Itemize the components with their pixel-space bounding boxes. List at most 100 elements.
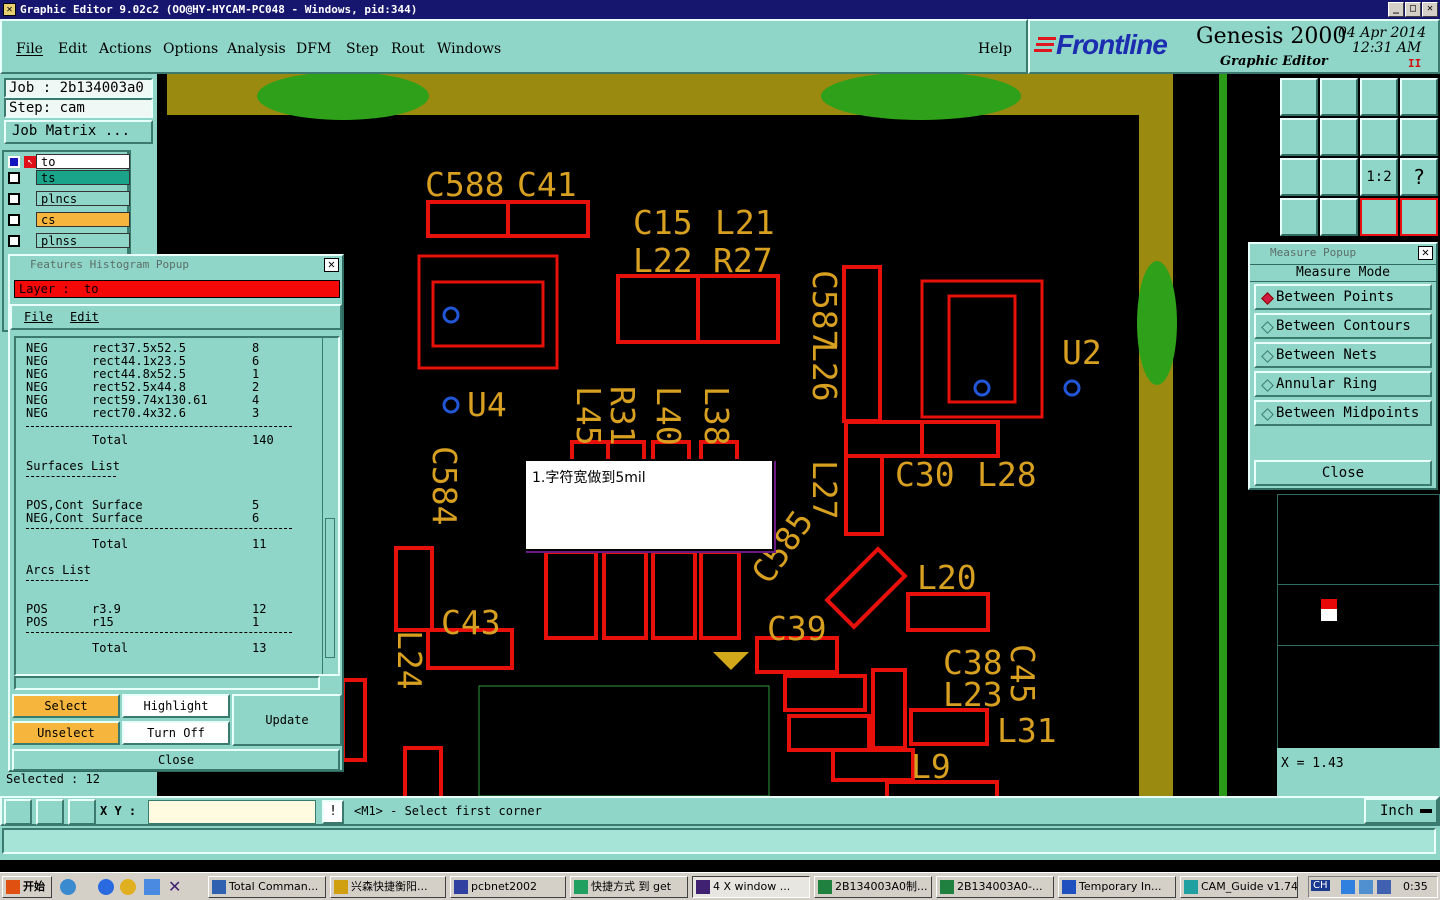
time-display: 12:31 AM	[1352, 40, 1422, 56]
units-dropdown[interactable]: Inch	[1364, 798, 1438, 824]
zoom-down-icon[interactable]	[1320, 78, 1358, 116]
svg-text:L31: L31	[997, 711, 1057, 750]
window-title-bar[interactable]: ✕ Graphic Editor 9.02c2 (OO@HY-HYCAM-PC0…	[0, 0, 1440, 19]
layer-checkbox[interactable]	[8, 235, 20, 247]
help-icon[interactable]: ?	[1400, 158, 1438, 196]
layer-row-ts[interactable]: ts	[6, 170, 130, 187]
vertical-scrollbar[interactable]	[322, 338, 338, 674]
quicklaunch-icon[interactable]	[120, 879, 136, 895]
horizontal-scrollbar[interactable]	[14, 676, 320, 690]
divider	[26, 528, 292, 529]
scroll-thumb[interactable]	[325, 518, 335, 658]
scale-one-to-two-icon[interactable]: 1:2	[1360, 158, 1398, 196]
mode-between-nets[interactable]: Between Nets	[1254, 342, 1432, 368]
measure-close-button[interactable]: Close	[1254, 460, 1432, 486]
task-excel-1[interactable]: 2B134003A0制...	[814, 876, 932, 898]
histogram-menu-file[interactable]: File	[24, 310, 53, 324]
tray-icon[interactable]	[1341, 880, 1355, 894]
task-excel-2[interactable]: 2B134003A0-...	[936, 876, 1054, 898]
zoom-out-icon[interactable]	[1320, 158, 1358, 196]
product-subtitle: Graphic Editor	[1220, 54, 1328, 69]
input-method-indicator[interactable]: CH	[1311, 880, 1330, 891]
mode-between-contours[interactable]: Between Contours	[1254, 313, 1432, 339]
quicklaunch-icon[interactable]	[60, 879, 76, 895]
layer-checkbox[interactable]	[8, 193, 20, 205]
menu-step[interactable]: Step	[346, 41, 378, 57]
menu-dfm[interactable]: DFM	[296, 41, 331, 57]
menu-options[interactable]: Options	[163, 41, 218, 57]
mode-between-points[interactable]: Between Points	[1254, 284, 1432, 310]
layer-checkbox[interactable]	[8, 172, 20, 184]
layer-row-cs[interactable]: cs	[6, 212, 130, 229]
zoom-fit-icon[interactable]	[1400, 78, 1438, 116]
task-shortcut[interactable]: 快捷方式 到 get	[570, 876, 688, 898]
task-cam-guide[interactable]: CAM_Guide v1.74	[1180, 876, 1298, 898]
task-word[interactable]: Temporary In...	[1058, 876, 1176, 898]
zoom-page-icon[interactable]	[1360, 78, 1398, 116]
layer-row-plnss[interactable]: plnss	[6, 233, 130, 250]
rotate-icon[interactable]	[1400, 118, 1438, 156]
select-button[interactable]: Select	[12, 694, 120, 718]
net-icon[interactable]	[1360, 198, 1398, 236]
maximize-button[interactable]: □	[1405, 2, 1421, 17]
mode-annular-ring[interactable]: Annular Ring	[1254, 371, 1432, 397]
menu-rout[interactable]: Rout	[391, 41, 425, 57]
svg-text:C588: C588	[425, 165, 504, 204]
pan-right-icon[interactable]	[1320, 118, 1358, 156]
layer-row-to[interactable]: ↖ to	[6, 154, 130, 171]
quicklaunch-icon[interactable]	[144, 879, 160, 895]
grid-icon[interactable]	[1320, 198, 1358, 236]
menu-help[interactable]: Help	[978, 41, 1012, 57]
layer-name: plnss	[36, 233, 130, 248]
turn-off-button[interactable]: Turn Off	[122, 721, 230, 745]
mode-between-midpoints[interactable]: Between Midpoints	[1254, 400, 1432, 426]
menu-file[interactable]: File	[16, 41, 43, 57]
divider	[26, 476, 116, 477]
menu-actions[interactable]: Actions	[99, 41, 152, 57]
mirror-icon[interactable]	[1360, 118, 1398, 156]
menu-analysis[interactable]: Analysis	[227, 41, 286, 57]
measure-close-icon[interactable]: ✕	[1418, 246, 1433, 260]
layer-checkbox[interactable]	[8, 214, 20, 226]
layer-row-plncs[interactable]: plncs	[6, 191, 130, 208]
quicklaunch-icon[interactable]	[98, 879, 114, 895]
xy-input[interactable]	[148, 800, 316, 824]
list-item: NEG,Cont Surface 6	[26, 511, 260, 525]
grid-tool-icon[interactable]	[68, 799, 96, 825]
menu-edit[interactable]: Edit	[58, 41, 87, 57]
pan-left-icon[interactable]	[1280, 118, 1318, 156]
task-browser[interactable]: 兴森快捷衡阳...	[330, 876, 446, 898]
histogram-close-icon[interactable]: ✕	[324, 258, 339, 272]
net-alt-icon[interactable]	[1400, 198, 1438, 236]
measure-tool-icon[interactable]	[36, 799, 64, 825]
job-matrix-button[interactable]: Job Matrix ...	[4, 120, 153, 144]
tray-icon[interactable]	[1377, 880, 1391, 894]
histogram-menu-edit[interactable]: Edit	[70, 310, 99, 324]
snap-tool-icon[interactable]	[4, 799, 32, 825]
start-button[interactable]: 开始	[2, 876, 52, 898]
highlight-button[interactable]: Highlight	[122, 694, 230, 718]
overview-box[interactable]	[1277, 584, 1440, 646]
settings-icon[interactable]	[1280, 198, 1318, 236]
svg-text:U4: U4	[467, 385, 507, 424]
job-field: Job : 2b134003a0	[4, 78, 153, 98]
task-x-window[interactable]: 4 X window ...	[692, 876, 810, 898]
exclaim-button[interactable]: !	[322, 800, 344, 824]
zoom-home-icon[interactable]	[1280, 78, 1318, 116]
unselect-button[interactable]: Unselect	[12, 721, 120, 745]
svg-text:L20: L20	[917, 558, 977, 597]
layer-checkbox[interactable]	[8, 156, 20, 168]
minimize-button[interactable]: _	[1388, 2, 1404, 17]
histogram-popup-title[interactable]: Features Histogram Popup	[10, 256, 342, 274]
close-window-button[interactable]: ✕	[1422, 2, 1438, 17]
zoom-in-icon[interactable]	[1280, 158, 1318, 196]
task-pcbnet[interactable]: pcbnet2002	[450, 876, 566, 898]
menu-windows[interactable]: Windows	[437, 41, 501, 57]
tray-icon[interactable]	[1359, 880, 1373, 894]
x-icon[interactable]: ✕	[168, 877, 181, 896]
measure-popup-title[interactable]: Measure Popup	[1250, 244, 1436, 262]
histogram-close-button[interactable]: Close	[12, 749, 340, 771]
task-total-commander[interactable]: Total Comman...	[208, 876, 326, 898]
update-button[interactable]: Update	[232, 694, 342, 746]
histogram-list[interactable]: NEG rect37.5x52.5 8 NEG rect44.1x23.5 6 NEG r…	[14, 336, 340, 676]
